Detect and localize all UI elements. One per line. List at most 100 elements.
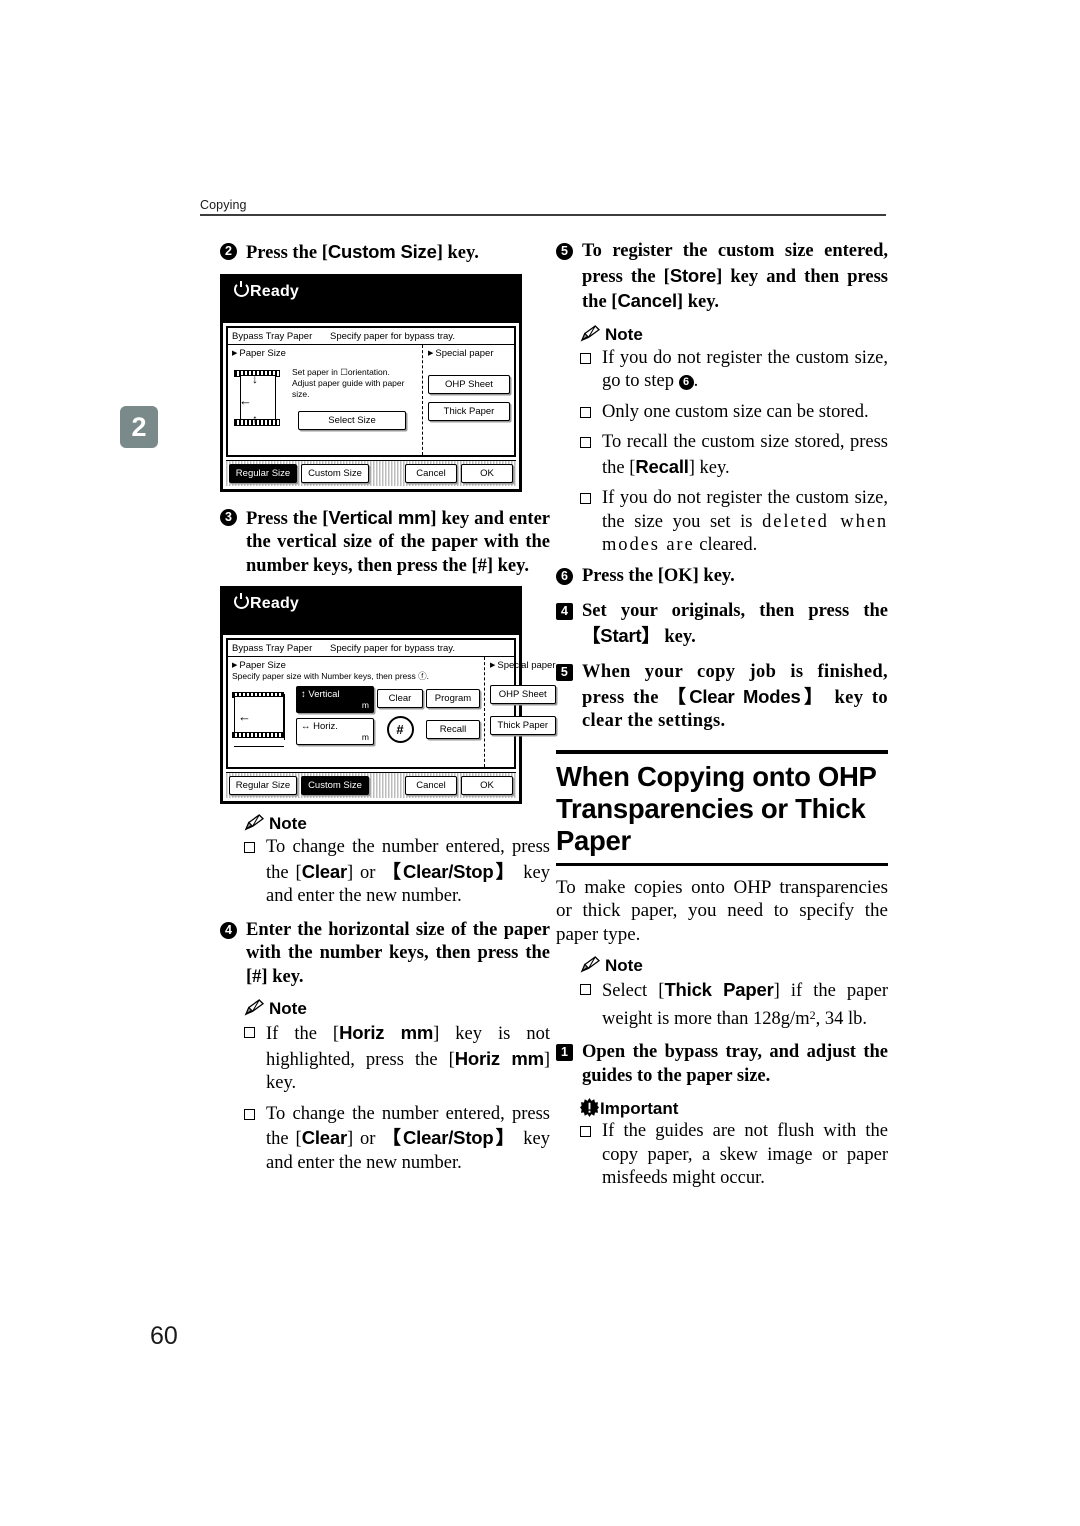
step-6-bullet: 6: [556, 567, 573, 585]
step-main-1-text: Open the bypass tray, and adjust the gui…: [582, 1042, 888, 1086]
pencil-icon: [580, 324, 601, 342]
lcd1-main: Paper Size ↓ ← ↑ Set paper: [228, 344, 514, 455]
note-bullet-square: [580, 984, 591, 995]
arrow-left-icon: ←: [238, 709, 251, 724]
vertical-dimension-line: [284, 694, 285, 740]
cancel-button[interactable]: Cancel: [405, 463, 457, 483]
important-item: If the guides are not flush with the cop…: [556, 1120, 888, 1191]
note-heading-label: Note: [605, 324, 643, 344]
vertical-mm-unit: m: [361, 700, 369, 710]
note-heading-label: Note: [269, 999, 307, 1018]
step-2-text-b: ] key.: [436, 243, 479, 263]
step-4-text: Enter the horizontal size of the paper w…: [246, 919, 550, 987]
note-heading: Note: [244, 999, 550, 1019]
custom-size-tab[interactable]: Custom Size: [301, 463, 369, 483]
pencil-icon: [580, 956, 601, 973]
note-key-1: Clear: [301, 860, 347, 882]
lcd2-special-paper-pane: Special paper OHP Sheet Thick Paper: [484, 657, 560, 767]
arrow-left-icon: ←: [239, 392, 252, 408]
step-6-text: Press the [OK] key.: [582, 565, 735, 586]
note-text-b: ] or: [346, 1129, 383, 1149]
ohp-sheet-button[interactable]: OHP Sheet: [490, 685, 556, 704]
step-2-text-a: Press the [: [246, 243, 328, 263]
ok-button[interactable]: OK: [461, 463, 513, 483]
note-heading: Note: [580, 956, 888, 976]
note-bullet-square: [244, 1108, 255, 1120]
select-size-button[interactable]: Select Size: [298, 410, 406, 430]
note-text-a: If you do not register the custom size, …: [602, 347, 888, 392]
lcd1-footer: Regular Size Custom Size Cancel OK: [226, 459, 516, 486]
step-3-key: Vertical mm: [328, 506, 431, 528]
lcd1-body: Bypass Tray Paper Specify paper for bypa…: [226, 325, 516, 457]
note-item: If the [Horiz mm] key is not highlighted…: [220, 1021, 550, 1096]
note-key-1: Clear: [301, 1127, 347, 1148]
custom-size-tab[interactable]: Custom Size: [301, 776, 369, 795]
program-button[interactable]: Program: [426, 689, 480, 708]
regular-size-tab[interactable]: Regular Size: [229, 776, 297, 795]
vertical-mm-key[interactable]: ↕ Vertical m: [296, 686, 374, 713]
lcd2-title-right: Specify paper for bypass tray.: [330, 643, 455, 654]
note-key-2: 【Clear/Stop】: [382, 860, 517, 882]
step-5-key-2: Cancel: [617, 290, 677, 311]
lcd2-hint-1: Specify paper size with Number keys, the…: [232, 671, 429, 681]
lcd2-footer: Regular Size Custom Size Cancel OK: [226, 772, 516, 798]
note-text-b: cleared.: [694, 535, 758, 555]
pencil-icon: [244, 814, 265, 831]
thick-paper-button[interactable]: Thick Paper: [428, 401, 510, 421]
lcd1-titlebar: Bypass Tray Paper Specify paper for bypa…: [228, 328, 514, 345]
step-main-5-key: 【Clear Modes】: [667, 685, 826, 707]
lcd2-titlebar: Bypass Tray Paper Specify paper for bypa…: [228, 640, 514, 657]
step-5-bullet: 5: [556, 243, 573, 260]
clear-button[interactable]: Clear: [377, 689, 423, 708]
horiz-mm-key[interactable]: ↔ Horiz. m: [296, 718, 374, 745]
step-5: 5 To register the custom size entered, p…: [556, 240, 888, 315]
ohp-sheet-button[interactable]: OHP Sheet: [428, 374, 510, 394]
pencil-icon: [244, 999, 265, 1016]
left-column: 2 Press the [Custom Size] key. Ready Byp…: [220, 240, 556, 1182]
lcd2-status-label: Ready: [250, 595, 300, 612]
lcd2-header: Ready: [223, 589, 519, 635]
lcd2-status: Ready: [234, 593, 300, 613]
horiz-mm-label: ↔ Horiz.: [301, 721, 338, 732]
step-2-key: Custom Size: [327, 241, 437, 262]
horizontal-dimension-line: [234, 746, 284, 747]
running-head: Copying: [200, 198, 886, 216]
power-icon: [234, 593, 249, 609]
note-item: If you do not register the custom size, …: [556, 347, 888, 394]
lcd-screenshot-custom-size-entry: Ready Bypass Tray Paper Specify paper fo…: [220, 586, 556, 804]
step-4: 4 Enter the horizontal size of the paper…: [220, 919, 550, 990]
lcd1-status-label: Ready: [250, 282, 300, 300]
arrow-down-icon: ↓: [252, 371, 258, 386]
ok-button[interactable]: OK: [461, 776, 513, 795]
step-main-4-bullet: 4: [556, 603, 573, 620]
vertical-mm-label: ↕ Vertical: [301, 689, 340, 700]
recall-button[interactable]: Recall: [426, 720, 480, 739]
hash-key-icon: #: [386, 716, 414, 743]
step-6: 6 Press the [OK] key.: [556, 565, 888, 589]
step-2-bullet: 2: [220, 243, 237, 260]
lcd2-main: Paper Size Specify paper size with Numbe…: [228, 657, 556, 767]
section-intro-paragraph: To make copies onto OHP transparencies o…: [556, 876, 888, 945]
regular-size-tab[interactable]: Regular Size: [229, 463, 297, 483]
note-bullet-square: [244, 1027, 255, 1038]
note-bullet-square: [580, 437, 591, 448]
step-main-1: 1 Open the bypass tray, and adjust the g…: [556, 1041, 888, 1088]
note-bullet-square: [244, 842, 255, 853]
step-5-key-1: Store: [669, 264, 717, 286]
note-key-1: Horiz mm: [339, 1022, 434, 1043]
lcd1-title-left: Bypass Tray Paper: [232, 330, 313, 342]
lcd1-hint-2: Adjust paper guide with paper size.: [292, 377, 405, 399]
note-item: Select [Thick Paper] if the paper weight…: [556, 978, 888, 1031]
note-key-recall: Recall: [635, 455, 689, 477]
paper-guide-bottom: [232, 732, 284, 738]
note-item: To change the number entered, press the …: [220, 836, 550, 909]
step-4-bullet: 4: [220, 921, 237, 939]
lcd1-special-paper-label: Special paper: [428, 348, 510, 359]
cancel-button[interactable]: Cancel: [405, 776, 457, 795]
important-bullet-square: [580, 1126, 591, 1137]
paper-orientation-icon: ↓ ← ↑: [232, 367, 284, 429]
step-main-5-bullet: 5: [556, 664, 573, 681]
thick-paper-button[interactable]: Thick Paper: [490, 716, 556, 735]
paper-dimension-icon: ←: [232, 686, 294, 754]
note-heading-label: Note: [269, 814, 307, 833]
